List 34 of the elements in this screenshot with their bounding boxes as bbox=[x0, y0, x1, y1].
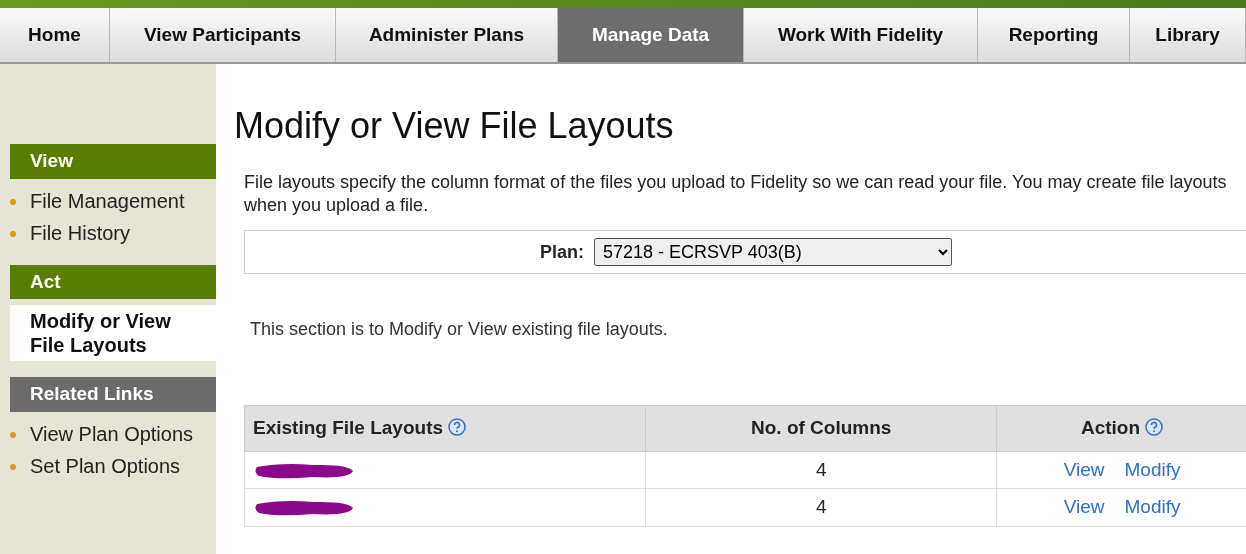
bullet-icon bbox=[10, 230, 16, 237]
help-icon[interactable] bbox=[1145, 418, 1164, 437]
bullet-icon bbox=[10, 431, 16, 438]
action-link[interactable]: View bbox=[1063, 458, 1105, 480]
plan-label: Plan: bbox=[540, 240, 584, 264]
sidebar-link[interactable]: Modify or View File Layouts bbox=[10, 305, 216, 361]
nav-tab[interactable]: Reporting bbox=[978, 8, 1130, 62]
bullet-icon bbox=[10, 198, 16, 205]
column-label: Action bbox=[1080, 417, 1141, 439]
nav-tab[interactable]: Work With Fidelity bbox=[744, 8, 978, 62]
sidebar-heading: Act bbox=[10, 264, 216, 299]
sidebar-heading: Related Links bbox=[10, 377, 216, 412]
table-cell: 4 bbox=[645, 451, 997, 489]
nav-tab[interactable]: Library bbox=[1130, 8, 1246, 62]
sidebar-heading: View bbox=[10, 144, 216, 179]
action-link[interactable]: View bbox=[1063, 496, 1105, 518]
sidebar-link[interactable]: View Plan Options bbox=[0, 417, 216, 450]
sidebar-link[interactable]: File Management bbox=[0, 184, 216, 217]
action-link[interactable]: Modify bbox=[1124, 496, 1181, 518]
nav-tab[interactable]: Home bbox=[0, 8, 110, 62]
nav-tab[interactable]: Manage Data bbox=[558, 8, 744, 62]
action-link[interactable]: Modify bbox=[1124, 458, 1181, 480]
sidebar-link[interactable]: Set Plan Options bbox=[0, 449, 216, 482]
column-label: No. of Columns bbox=[751, 417, 892, 439]
table-cell: 4 bbox=[645, 488, 997, 527]
sidebar-link[interactable]: File History bbox=[0, 216, 216, 249]
help-icon[interactable] bbox=[448, 418, 467, 437]
nav-tab[interactable]: View Participants bbox=[110, 8, 336, 62]
intro-text: File layouts specify the column format of the files you upload to Fidelity so we can read your file. You may create file layouts when you upload a file. bbox=[244, 171, 1228, 217]
page-title: Modify or View File Layouts bbox=[234, 104, 675, 148]
plan-select[interactable]: 57218 - ECRSVP 403(B) bbox=[594, 238, 952, 267]
section-note: This section is to Modify or View existing file layouts. bbox=[250, 318, 669, 342]
column-label: Existing File Layouts bbox=[253, 417, 444, 439]
bullet-icon bbox=[10, 463, 16, 470]
